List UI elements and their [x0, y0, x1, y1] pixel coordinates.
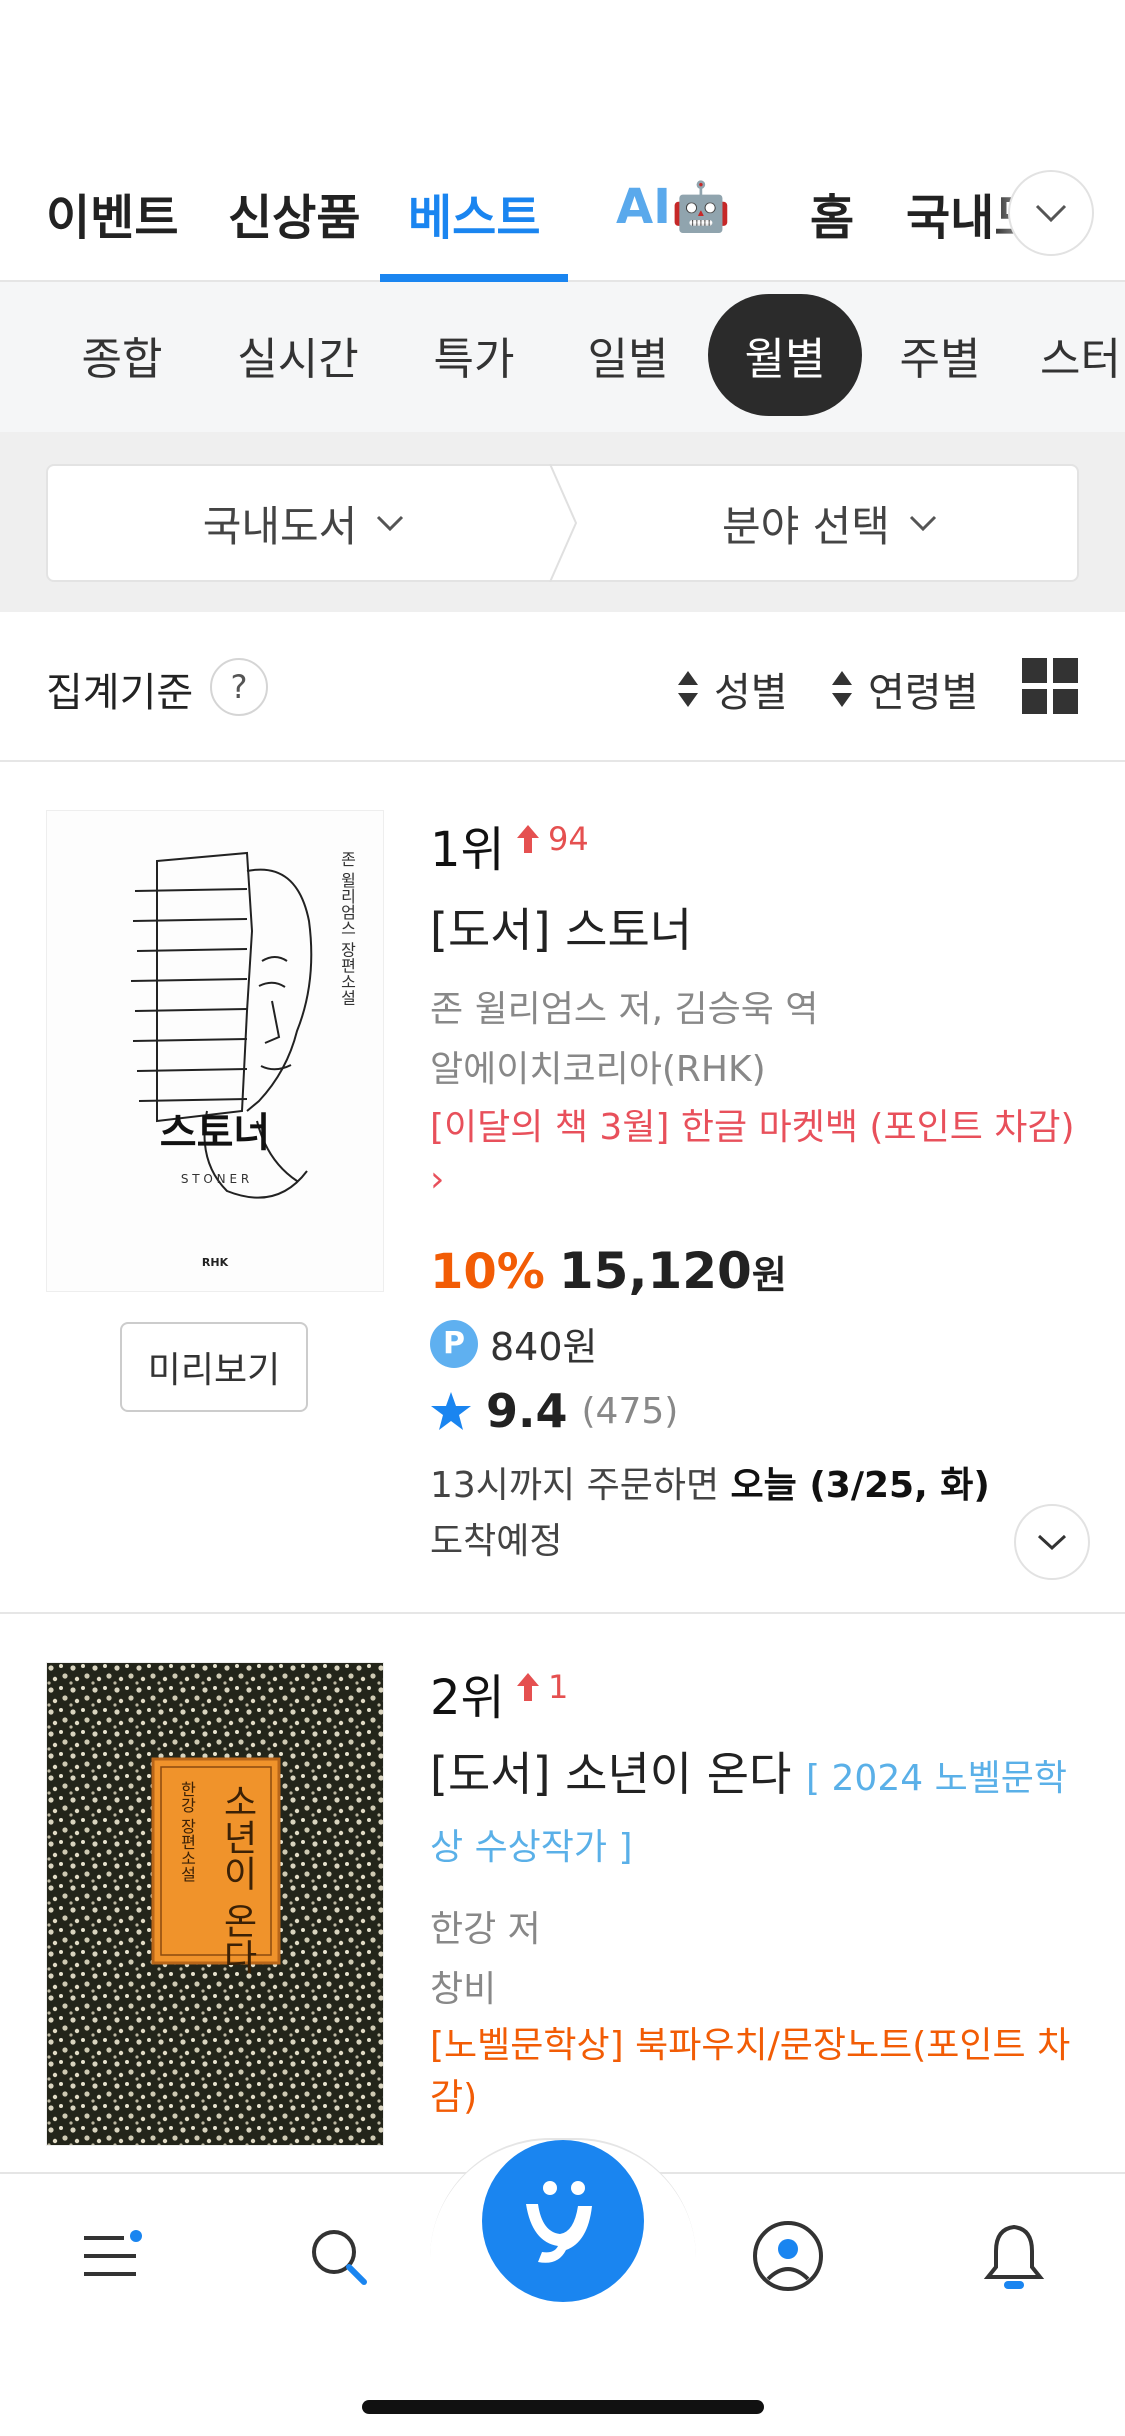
star-icon — [431, 1392, 471, 1430]
criteria-row: 집계기준 ? 성별 연령별 — [0, 612, 1125, 762]
book-author: 존 윌리엄스 저, 김승욱 역 — [430, 989, 819, 1030]
book-publisher: 창비 — [430, 1969, 497, 2010]
arrow-up-icon — [517, 1673, 539, 1701]
book-publisher: 알에이치코리아(RHK) — [430, 1049, 766, 1090]
category-filter: 국내도서 분야 선택 — [46, 464, 1079, 582]
chevron-down-icon — [1037, 1534, 1067, 1551]
tab-new[interactable]: 신상품 — [228, 178, 360, 248]
bottom-navigation — [0, 2138, 1125, 2436]
promo-link[interactable]: [노벨문학상] 북파우치/문장노트(포인트 차감) — [430, 2020, 1090, 2124]
promo-link[interactable]: [이달의 책 3월] 한글 마켓백 (포인트 차감) › — [430, 1102, 1080, 1206]
period-tab-special[interactable]: 특가 — [412, 294, 536, 416]
tab-ai[interactable]: AI🤖 — [616, 178, 731, 235]
tab-best[interactable]: 베스트 — [408, 178, 540, 248]
period-tab-bar: 종합 실시간 특가 일별 월별 주별 스터 — [0, 282, 1125, 432]
top-tab-bar: 이벤트 신상품 베스트 AI🤖 홈 국내도 — [0, 160, 1125, 282]
discount-rate: 10% — [430, 1244, 545, 1300]
criteria-label: 집계기준 — [46, 670, 194, 716]
book-title[interactable]: [도서] 스토너 — [430, 894, 692, 960]
rank-label: 1위 — [430, 822, 505, 878]
price: 10% 15,120원 — [430, 1242, 787, 1300]
delivery-info: 13시까지 주문하면 오늘 (3/25, 화) 도착예정 — [430, 1465, 990, 1562]
rank-label: 2위 — [430, 1670, 505, 1726]
svg-text:존 윌리엄스 장편소설: 존 윌리엄스 장편소설 — [338, 851, 357, 1005]
field-select[interactable]: 분야 선택 — [580, 466, 1080, 580]
rank-change: 1 — [516, 1668, 568, 1706]
tab-home[interactable]: 홈 — [810, 178, 854, 248]
points-icon: P — [430, 1319, 478, 1368]
divider-arrow — [549, 464, 578, 582]
book-author: 한강 저 — [430, 1909, 541, 1950]
period-tab-steady[interactable]: 스터 — [1040, 294, 1125, 416]
period-tab-monthly[interactable]: 월별 — [708, 294, 862, 416]
book-title[interactable]: [도서] 소년이 온다 [ 2024 노벨문학상 수상작가 ] — [430, 1742, 1090, 1880]
svg-text:소년이 온다: 소년이 온다 — [217, 1783, 258, 1974]
expand-tabs-button[interactable] — [1008, 170, 1094, 256]
tab-event[interactable]: 이벤트 — [46, 178, 178, 248]
gender-sort-button[interactable]: 성별 — [676, 660, 788, 718]
period-tab-realtime[interactable]: 실시간 — [222, 294, 374, 416]
period-tab-total[interactable]: 종합 — [60, 294, 184, 416]
points: P 840원 — [430, 1316, 598, 1371]
chevron-down-icon — [909, 515, 937, 532]
period-tab-daily[interactable]: 일별 — [566, 294, 690, 416]
list-item[interactable]: 소년이 온다 한강 장편소설 2위 1 [도서] 소년이 온다 [ 2024 노… — [0, 1614, 1125, 2174]
bell-icon[interactable] — [974, 2216, 1054, 2296]
list-item[interactable]: 스토너 S T O N E R 존 윌리엄스 장편소설 RHK 미리보기 1위 … — [0, 762, 1125, 1614]
sort-icon — [678, 671, 698, 707]
period-tab-weekly[interactable]: 주별 — [878, 294, 1002, 416]
chevron-down-icon — [1035, 204, 1067, 223]
chevron-down-icon — [377, 515, 404, 532]
menu-icon[interactable] — [72, 2216, 152, 2296]
arrow-up-icon — [517, 825, 539, 853]
preview-button[interactable]: 미리보기 — [120, 1322, 308, 1412]
svg-text:S T O N E R: S T O N E R — [181, 1172, 249, 1186]
my-page-icon[interactable] — [748, 2216, 828, 2296]
rating: 9.4 (475) — [430, 1384, 678, 1438]
active-tab-indicator — [380, 274, 568, 282]
rank-change: 94 — [516, 820, 589, 858]
book-cover[interactable]: 소년이 온다 한강 장편소설 — [46, 1662, 384, 2146]
yes24-logo — [526, 2181, 592, 2263]
svg-text:RHK: RHK — [202, 1256, 229, 1269]
svg-text:스토너: 스토너 — [160, 1110, 270, 1156]
cover-illustration: 스토너 S T O N E R 존 윌리엄스 장편소설 RHK — [130, 851, 357, 1269]
sort-icon — [832, 671, 852, 707]
home-indicator — [362, 2400, 764, 2414]
grid-view-icon[interactable] — [1022, 658, 1078, 714]
cover-illustration: 소년이 온다 한강 장편소설 — [47, 1663, 383, 2145]
help-button[interactable]: ? — [210, 658, 268, 716]
category-select[interactable]: 국내도서 — [48, 466, 560, 580]
filter-area: 국내도서 분야 선택 — [0, 432, 1125, 612]
yes24-home-button[interactable] — [482, 2140, 644, 2302]
age-sort-button[interactable]: 연령별 — [830, 660, 978, 718]
expand-details-button[interactable] — [1014, 1504, 1090, 1580]
promo-arrow-icon: › — [430, 1159, 445, 1200]
sale-price: 15,120원 — [558, 1242, 787, 1300]
search-icon[interactable] — [298, 2216, 378, 2296]
svg-text:한강 장편소설: 한강 장편소설 — [178, 1781, 197, 1882]
review-count: (475) — [581, 1390, 679, 1432]
book-cover[interactable]: 스토너 S T O N E R 존 윌리엄스 장편소설 RHK — [46, 810, 384, 1292]
